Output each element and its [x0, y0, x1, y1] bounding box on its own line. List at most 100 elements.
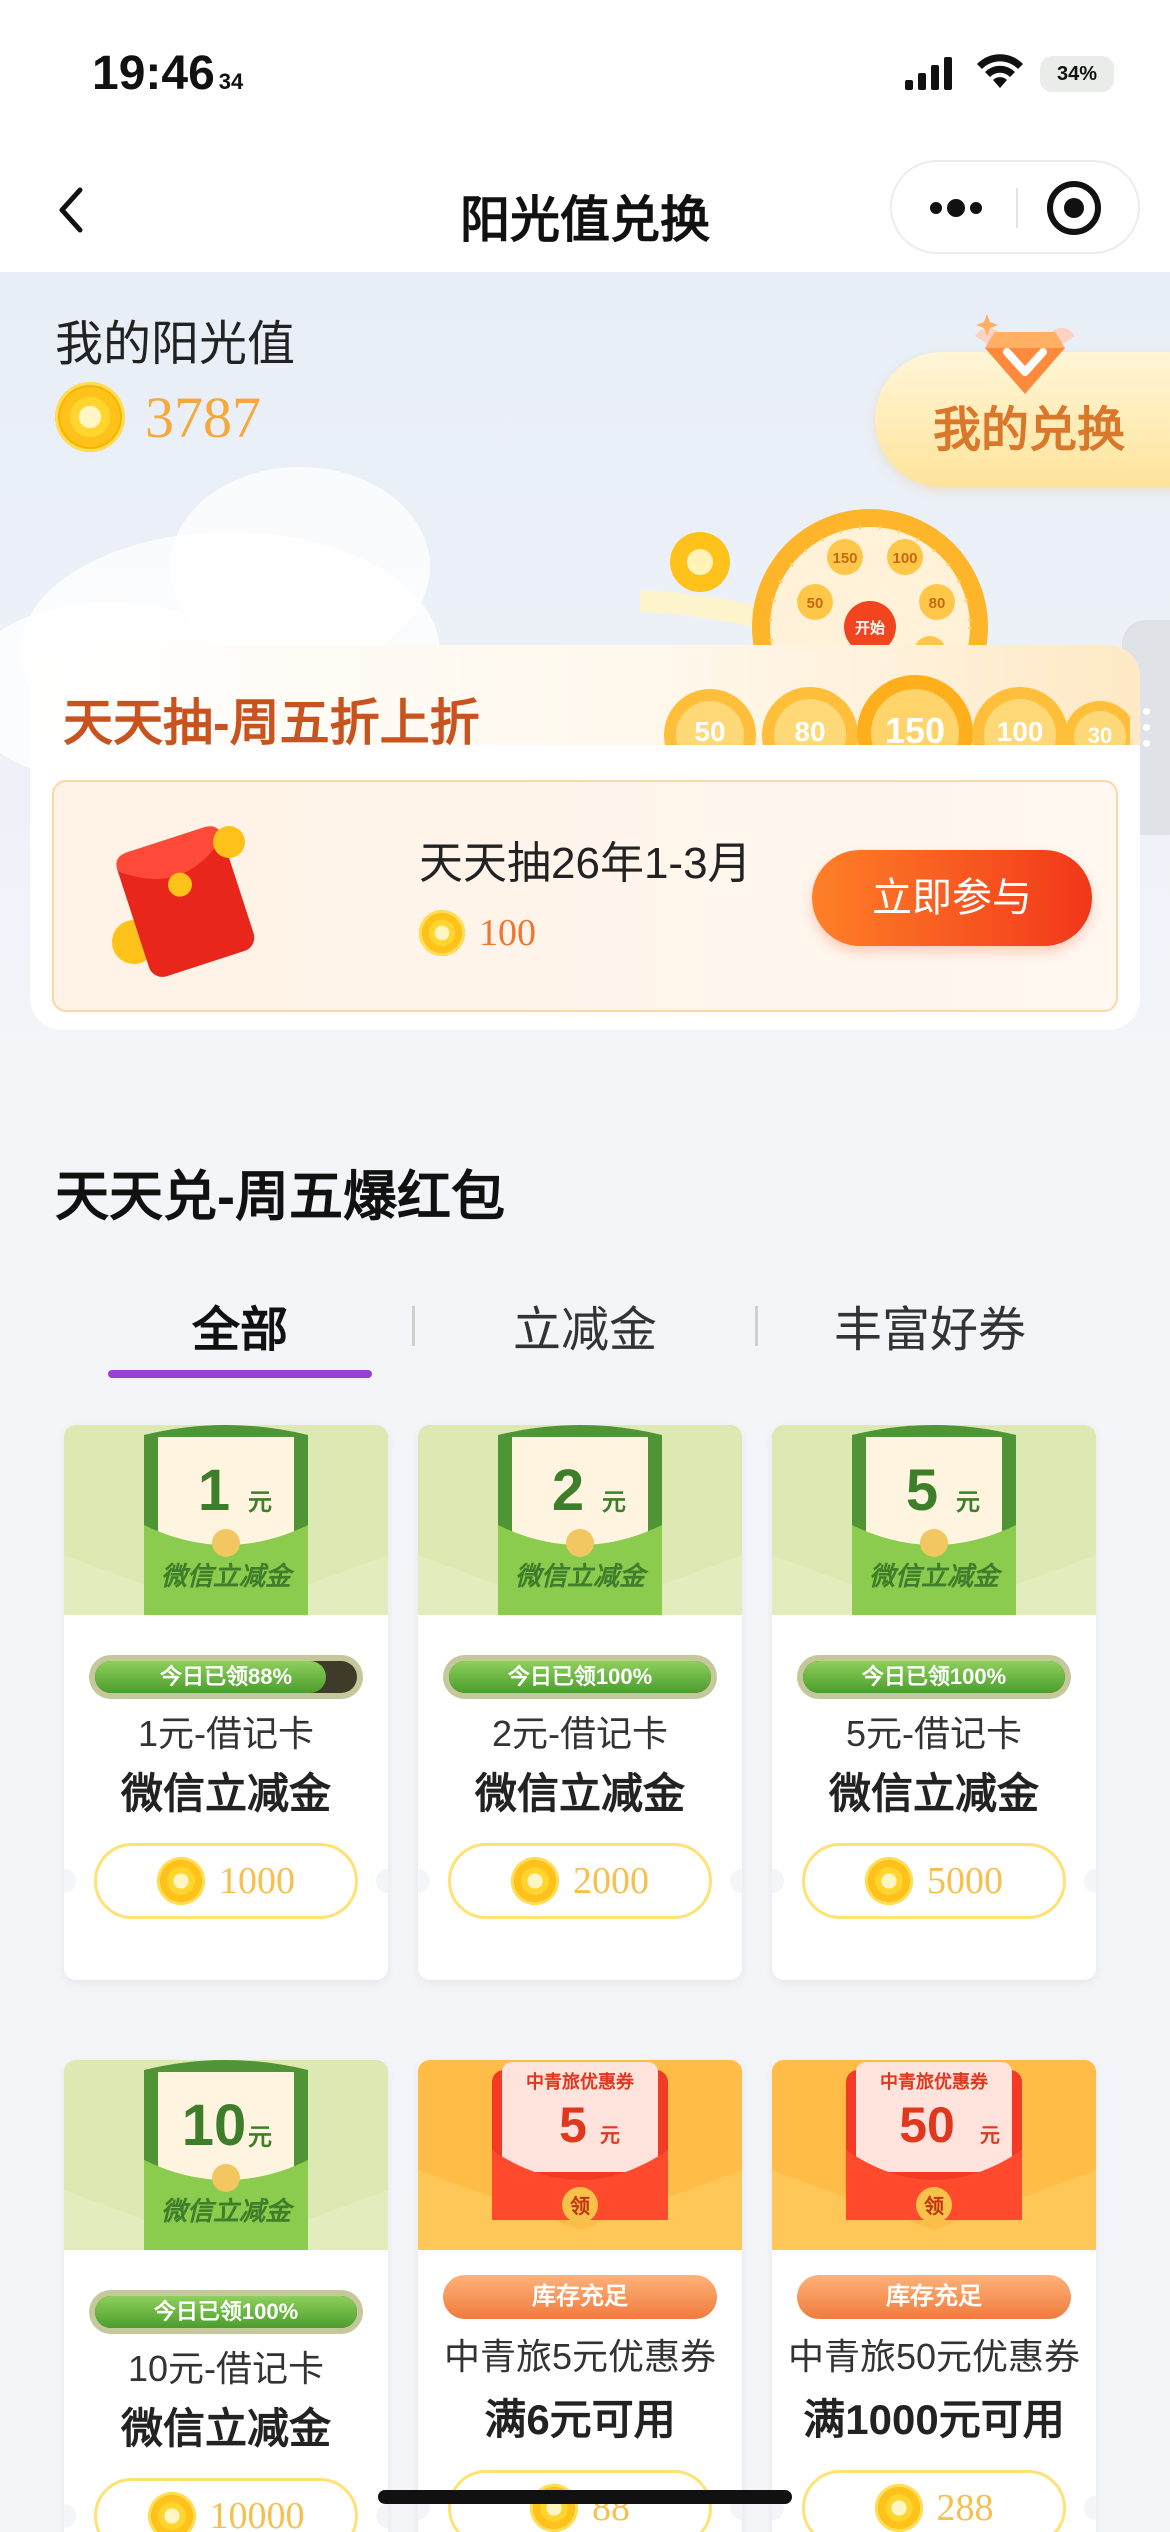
card-notch — [772, 1869, 784, 1893]
status-seconds: 34 — [218, 69, 244, 94]
lottery-cost-value: 100 — [479, 912, 536, 954]
wheel-label-150: 150 — [832, 550, 857, 567]
claimed-progress-bar: 今日已领100% — [443, 1655, 717, 1699]
mini-program-capsule — [890, 160, 1140, 254]
sunshine-coin-icon — [157, 1857, 205, 1905]
red-packet-icon — [112, 826, 255, 977]
discount-amount: 5 — [906, 1458, 938, 1523]
card-notch — [418, 1869, 430, 1893]
claim-badge: 领 — [570, 2194, 590, 2218]
discount-amount: 1 — [198, 1458, 230, 1523]
redeem-price-button[interactable]: 2000 — [448, 1843, 712, 1919]
discount-tag: 微信立减金 — [161, 1561, 295, 1591]
wheel-label-50: 50 — [807, 595, 824, 612]
tab-coupons[interactable]: 丰富好券 — [780, 1290, 1080, 1360]
wheel-label-100: 100 — [892, 550, 917, 567]
lottery-item-name: 天天抽26年1-3月 — [419, 839, 752, 888]
lottery-item[interactable]: 天天抽26年1-3月 100 立即参与 — [52, 780, 1118, 1012]
price-value: 2000 — [573, 1860, 649, 1902]
svg-text:100: 100 — [997, 716, 1044, 745]
discount-tag: 微信立减金 — [161, 2196, 295, 2226]
product-title: 微信立减金 — [120, 2405, 331, 2452]
product-card[interactable]: 2 元 微信立减金 今日已领100% 2元-借记卡 微信立减金 2000 — [418, 1425, 742, 1980]
balance-label: 我的阳光值 — [55, 318, 296, 371]
more-icon[interactable] — [892, 162, 1016, 252]
join-now-button[interactable]: 立即参与 — [812, 850, 1092, 946]
coupon-red-packet-illustration: 领 中青旅优惠券 5 元 — [418, 2060, 742, 2250]
wifi-icon — [977, 54, 1023, 88]
progress-text: 今日已领100% — [153, 2299, 299, 2324]
discount-unit: 元 — [248, 1489, 272, 1516]
card-notch — [730, 1869, 742, 1893]
daily-lottery-card: 50 80 150 100 30 天天抽-周五折上折 天天抽26年1-3月 10… — [30, 645, 1140, 1030]
svg-text:50: 50 — [694, 716, 725, 745]
stock-status-badge: 库存充足 — [443, 2275, 717, 2319]
product-subtitle: 2元-借记卡 — [491, 1713, 668, 1754]
lottery-cost: 100 — [419, 910, 536, 966]
claimed-progress-bar: 今日已领100% — [89, 2290, 363, 2334]
category-tabs: 全部 立减金 丰富好券 — [0, 1290, 1170, 1380]
tab-divider — [755, 1306, 758, 1346]
redeem-price-button[interactable]: 1000 — [94, 1843, 358, 1919]
status-bar: 19:46 34 34% — [0, 0, 1170, 150]
nav-bar: 阳光值兑换 — [0, 150, 1170, 272]
home-indicator — [378, 2490, 792, 2504]
price-value: 5000 — [927, 1860, 1003, 1902]
discount-unit: 元 — [602, 1489, 626, 1516]
wechat-discount-illustration: 5 元 微信立减金 — [772, 1425, 1096, 1615]
card-notch — [1084, 2496, 1096, 2520]
redeem-price-button[interactable]: 5000 — [802, 1843, 1066, 1919]
product-title: 满6元可用 — [484, 2396, 676, 2443]
product-subtitle: 中青旅5元优惠券 — [443, 2336, 717, 2377]
coupon-tag: 中青旅优惠券 — [880, 2071, 989, 2092]
product-card[interactable]: 领 中青旅优惠券 5 元 库存充足 中青旅5元优惠券 满6元可用 88 — [418, 2060, 742, 2532]
wheel-label-80: 80 — [929, 595, 946, 612]
progress-text: 今日已领88% — [159, 1664, 293, 1689]
claimed-progress-bar: 今日已领100% — [797, 1655, 1071, 1699]
prize-coins-illustration: 50 80 150 100 30 — [664, 675, 1130, 745]
section-title: 天天兑-周五爆红包 — [55, 1167, 505, 1227]
product-title: 微信立减金 — [474, 1770, 685, 1817]
stock-status-badge: 库存充足 — [797, 2275, 1071, 2319]
coupon-amount: 5 — [559, 2097, 587, 2153]
claimed-progress-bar: 今日已领88% — [89, 1655, 363, 1699]
redeem-price-button[interactable]: 288 — [802, 2470, 1066, 2532]
card-notch — [64, 2504, 76, 2528]
sunshine-coin-icon — [511, 1857, 559, 1905]
discount-amount: 2 — [552, 1458, 584, 1523]
tab-instant-discount[interactable]: 立减金 — [435, 1290, 735, 1360]
discount-amount: 10 — [182, 2093, 247, 2158]
product-title: 微信立减金 — [828, 1770, 1039, 1817]
discount-tag: 微信立减金 — [869, 1561, 1003, 1591]
tab-all[interactable]: 全部 — [90, 1290, 390, 1360]
coupon-unit: 元 — [600, 2125, 620, 2147]
status-time: 19:46 34 — [92, 47, 244, 100]
product-subtitle: 10元-借记卡 — [127, 2348, 325, 2389]
claim-badge: 领 — [924, 2194, 944, 2218]
product-subtitle: 中青旅50元优惠券 — [787, 2336, 1081, 2377]
sunshine-coin-icon — [865, 1857, 913, 1905]
card-notch — [376, 1869, 388, 1893]
active-tab-underline — [108, 1370, 372, 1378]
balance-value: 3787 — [145, 384, 261, 450]
svg-text:150: 150 — [885, 710, 945, 745]
progress-text: 今日已领100% — [507, 1664, 653, 1689]
product-subtitle: 5元-借记卡 — [845, 1713, 1022, 1754]
product-card[interactable]: 10 元 微信立减金 今日已领100% 10元-借记卡 微信立减金 10000 — [64, 2060, 388, 2532]
card-notch — [1084, 1869, 1096, 1893]
product-card[interactable]: 5 元 微信立减金 今日已领100% 5元-借记卡 微信立减金 5000 — [772, 1425, 1096, 1980]
balance-row: 3787 — [55, 382, 261, 452]
coupon-red-packet-illustration: 领 中青旅优惠券 50 元 — [772, 2060, 1096, 2250]
lottery-title: 天天抽-周五折上折 — [63, 695, 480, 751]
product-card[interactable]: 领 中青旅优惠券 50 元 库存充足 中青旅50元优惠券 满1000元可用 28… — [772, 2060, 1096, 2532]
product-card[interactable]: 1 元 微信立减金 今日已领88% 1元-借记卡 微信立减金 1000 — [64, 1425, 388, 1980]
card-notch — [376, 2504, 388, 2528]
price-value: 10000 — [209, 2495, 305, 2532]
battery-indicator: 34% — [1040, 56, 1114, 92]
discount-tag: 微信立减金 — [515, 1561, 649, 1591]
price-value: 1000 — [219, 1860, 295, 1902]
progress-text: 今日已领100% — [861, 1664, 1007, 1689]
wechat-discount-illustration: 1 元 微信立减金 — [64, 1425, 388, 1615]
close-target-icon[interactable] — [1018, 162, 1138, 252]
redeem-price-button[interactable]: 10000 — [94, 2478, 358, 2532]
